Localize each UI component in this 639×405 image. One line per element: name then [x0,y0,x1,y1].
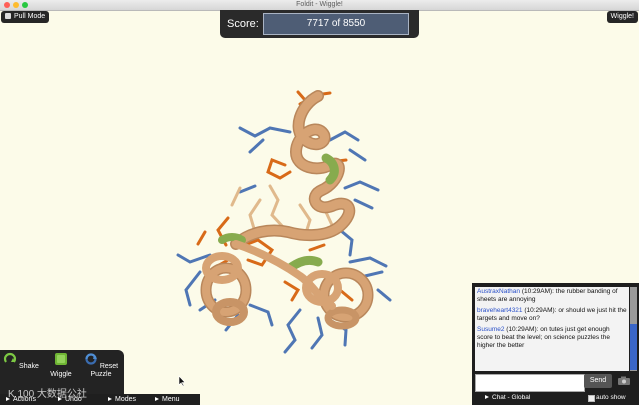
chat-panel: AustraxNathan (10:29AM): the rubber band… [472,283,639,405]
send-button[interactable]: Send [584,374,612,388]
beta-sheet-segment [218,233,246,244]
chat-input[interactable] [475,374,585,392]
chat-username[interactable]: braveheart4321 [477,307,523,314]
chat-message: AustraxNathan (10:29AM): the rubber band… [477,288,627,304]
wiggle-label: Wiggle [50,371,72,378]
chat-message: Susume2 (10:29AM): on tutes just get eno… [477,326,627,350]
chat-username[interactable]: AustraxNathan [477,288,520,295]
modes-menu[interactable]: Modes [108,394,136,405]
watermark-text: K 100 大数据公社 [8,389,87,400]
chat-scrollbar[interactable] [630,287,637,371]
left-helix [200,252,252,326]
auto-show-label: auto show [596,394,626,401]
main-menu[interactable]: Menu [155,394,180,405]
shake-icon [4,352,17,363]
shake-label: Shake [19,363,39,370]
triangle-right-icon [485,395,489,399]
chat-message: braveheart4321 (10:29AM): or should we j… [477,307,627,323]
chat-time: (10:29AM): [521,288,554,295]
camera-icon[interactable] [617,376,631,386]
chat-time: (10:29AM): [524,307,557,314]
triangle-right-icon [108,397,112,401]
triangle-right-icon [155,397,159,401]
chat-time: (10:29AM): [506,326,539,333]
mouse-cursor-icon [178,375,186,387]
chat-username[interactable]: Susume2 [477,326,504,333]
chat-channel-label: Chat - Global [492,394,531,401]
chat-scroll-thumb[interactable] [630,324,637,370]
chat-footer: Chat - Global auto show [472,391,639,405]
shake-button[interactable]: Shake [3,352,39,371]
modes-menu-label: Modes [115,396,137,403]
main-menu-label: Menu [162,396,180,403]
reset-puzzle-icon [85,353,97,365]
reset-puzzle-button[interactable]: Reset Puzzle [83,352,119,379]
chat-messages: AustraxNathan (10:29AM): the rubber band… [475,287,629,371]
wiggle-button[interactable]: Wiggle [43,352,79,379]
right-helix [302,267,374,330]
wiggle-icon [55,353,67,365]
chat-channel-tab[interactable]: Chat - Global [485,391,530,405]
auto-show-checkbox[interactable] [588,395,595,402]
beta-sheet-segment [285,255,323,273]
